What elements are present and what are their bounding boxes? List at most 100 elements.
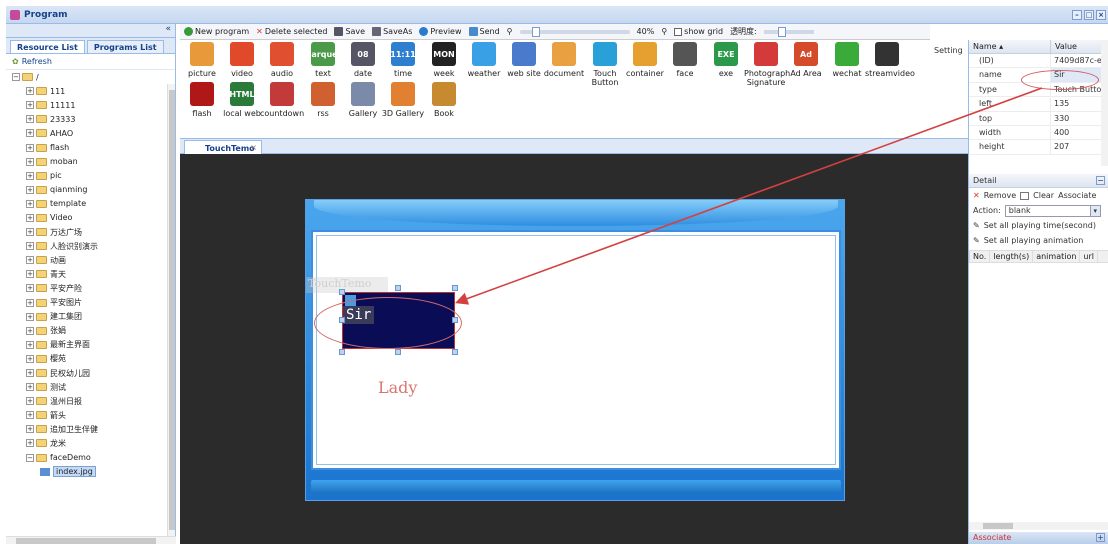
tree-folder[interactable]: + 测试	[12, 380, 175, 394]
lady-text-element[interactable]: Lady	[378, 378, 417, 397]
expand-icon[interactable]: +	[26, 354, 34, 363]
collapse-icon[interactable]: −	[12, 73, 20, 82]
delete-selected-button[interactable]: ✕ Delete selected	[256, 27, 327, 36]
widget-wechat[interactable]: wechat	[825, 42, 869, 78]
maximize-button[interactable]: □	[1084, 9, 1094, 20]
widget-gallery[interactable]: Gallery	[341, 82, 385, 118]
property-value[interactable]: 135	[1051, 97, 1108, 110]
widget-3d-gallery[interactable]: 3D Gallery	[381, 82, 425, 118]
widget-book[interactable]: Book	[422, 82, 466, 118]
tree-folder[interactable]: + 人脸识别演示	[12, 239, 175, 253]
resize-handle-ne[interactable]	[452, 285, 458, 291]
widget-exe[interactable]: EXE exe	[704, 42, 748, 78]
tab-programs-list[interactable]: Programs List	[86, 40, 164, 53]
expand-icon[interactable]: +	[26, 411, 34, 420]
tab-resource-list[interactable]: Resource List	[10, 40, 85, 53]
preview-button[interactable]: Preview	[419, 27, 462, 36]
refresh-button[interactable]: ✿ Refresh	[6, 54, 175, 70]
property-value[interactable]: 330	[1051, 112, 1108, 125]
tree-folder[interactable]: + 最新主界面	[12, 338, 175, 352]
widget-week[interactable]: MON week	[422, 42, 466, 78]
property-row-left[interactable]: left 135	[969, 97, 1108, 112]
expand-icon[interactable]: +	[26, 185, 34, 194]
widget-audio[interactable]: audio	[260, 42, 304, 78]
col-length[interactable]: length(s)	[990, 251, 1034, 262]
expand-icon[interactable]: +	[26, 213, 34, 222]
tree-folder[interactable]: + 温州日报	[12, 394, 175, 408]
expand-icon[interactable]: +	[26, 256, 34, 265]
widget-streamvideo[interactable]: streamvideo	[865, 42, 915, 78]
tree-horizontal-scrollbar[interactable]	[6, 536, 176, 544]
tree-folder[interactable]: + moban	[12, 155, 175, 169]
widget-container[interactable]: container	[623, 42, 667, 78]
zoom-slider[interactable]	[519, 26, 630, 37]
property-row-top[interactable]: top 330	[969, 111, 1108, 126]
expand-icon[interactable]: +	[26, 326, 34, 335]
widget-document[interactable]: document	[542, 42, 586, 78]
tree-root[interactable]: − /	[12, 70, 175, 84]
tree-folder[interactable]: + AHAO	[12, 126, 175, 140]
tree-folder[interactable]: +11111	[12, 98, 175, 112]
widget-ad-area[interactable]: Ad Ad Area	[784, 42, 828, 78]
expand-icon[interactable]: +	[26, 87, 34, 96]
widget-rss[interactable]: rss	[301, 82, 345, 118]
expand-icon[interactable]: +	[26, 143, 34, 152]
widget-video[interactable]: video	[220, 42, 264, 78]
set-anim-row[interactable]: ✎ Set all playing animation	[969, 233, 1108, 248]
tree-folder[interactable]: + 平安图片	[12, 296, 175, 310]
tree-folder[interactable]: + template	[12, 197, 175, 211]
tree-folder[interactable]: +111	[12, 84, 175, 98]
tree-folder[interactable]: +23333	[12, 112, 175, 126]
property-value[interactable]: 400	[1051, 126, 1108, 139]
widget-text[interactable]: marquee text	[301, 42, 345, 78]
close-tab-icon[interactable]: ×	[250, 143, 257, 152]
expand-icon[interactable]: +	[26, 101, 34, 110]
widget-time[interactable]: 11:11 time	[381, 42, 425, 78]
expand-associate-button[interactable]: +	[1096, 533, 1105, 542]
widget-picture[interactable]: picture	[180, 42, 224, 78]
expand-icon[interactable]: +	[26, 242, 34, 251]
resize-handle-nw[interactable]	[339, 289, 345, 295]
save-button[interactable]: Save	[334, 27, 365, 36]
tree-folder[interactable]: + 万达广场	[12, 225, 175, 239]
widget-web-site[interactable]: web site	[502, 42, 546, 78]
col-animation[interactable]: animation	[1033, 251, 1081, 262]
tree-folder[interactable]: + qianming	[12, 183, 175, 197]
expand-icon[interactable]: +	[26, 157, 34, 166]
new-program-button[interactable]: New program	[184, 27, 249, 36]
resize-handle-s[interactable]	[395, 349, 401, 355]
tree-folder[interactable]: + 箭头	[12, 408, 175, 422]
tree-folder[interactable]: + 青天	[12, 267, 175, 281]
save-as-button[interactable]: SaveAs	[372, 27, 412, 36]
widget-photograph-signature[interactable]: Photograph Signature	[744, 42, 790, 87]
detail-horizontal-scrollbar[interactable]	[969, 522, 1108, 530]
expand-icon[interactable]: +	[26, 425, 34, 434]
property-row-height[interactable]: height 207	[969, 140, 1108, 155]
expand-icon[interactable]: +	[26, 340, 34, 349]
expand-icon[interactable]: +	[26, 312, 34, 321]
name-column-header[interactable]: Name ▴	[969, 40, 1051, 53]
expand-icon[interactable]: +	[26, 298, 34, 307]
tree-folder[interactable]: + 建工集团	[12, 310, 175, 324]
widget-date[interactable]: 08 date	[341, 42, 385, 78]
widget-countdown[interactable]: countdown	[260, 82, 304, 118]
expand-icon[interactable]: +	[26, 129, 34, 138]
col-url[interactable]: url	[1080, 251, 1099, 262]
tree-vertical-scrollbar[interactable]	[167, 84, 175, 544]
widget-face[interactable]: face	[663, 42, 707, 78]
zoom-out-icon[interactable]: ⚲	[507, 27, 513, 36]
associate-bar[interactable]: Associate +	[969, 532, 1108, 544]
close-button[interactable]: ×	[1096, 9, 1106, 20]
tree-folder[interactable]: + 动画	[12, 253, 175, 267]
tree-folder[interactable]: + pic	[12, 169, 175, 183]
tab-touchtemo[interactable]: TouchTemo ×	[184, 140, 262, 155]
chevron-down-icon[interactable]: ▾	[1089, 205, 1100, 216]
set-all-animation-button[interactable]: Set all playing animation	[984, 236, 1084, 245]
tree-folder[interactable]: + 追加卫生伴健	[12, 422, 175, 436]
show-grid-checkbox[interactable]	[674, 27, 683, 36]
value-column-header[interactable]: Value	[1051, 40, 1081, 53]
setting-label[interactable]: Setting	[934, 46, 963, 55]
expand-icon[interactable]: +	[26, 439, 34, 448]
collapse-left-button[interactable]: «	[6, 24, 175, 38]
tree-folder[interactable]: + 张娟	[12, 324, 175, 338]
